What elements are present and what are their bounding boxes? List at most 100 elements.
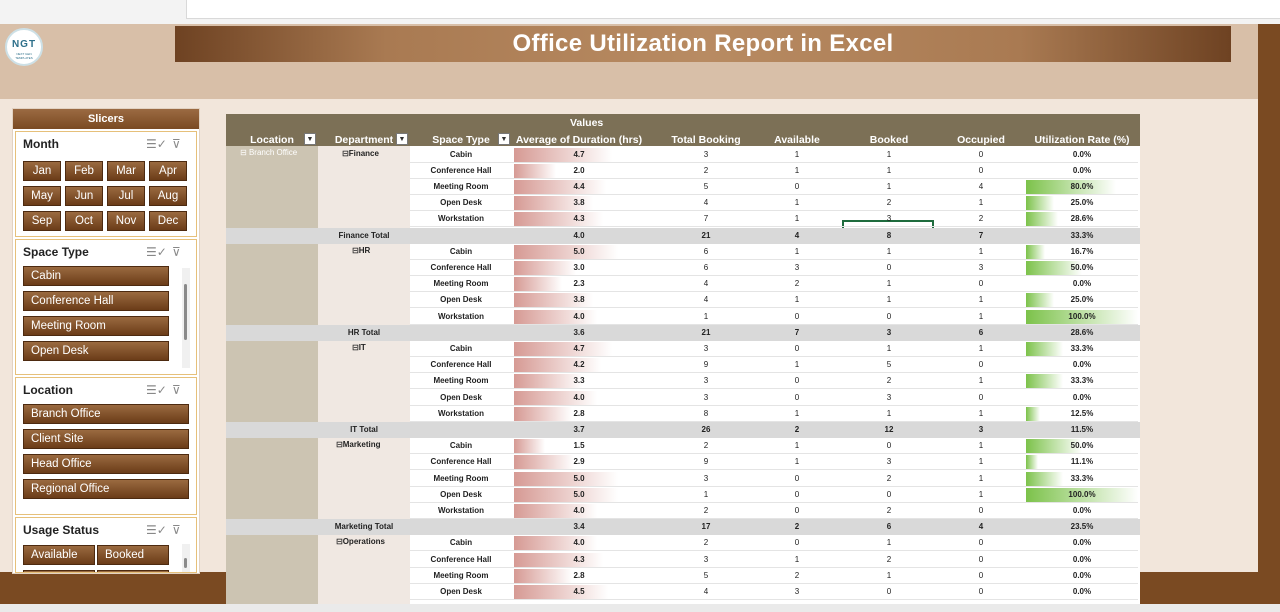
space-type-filter-dropdown[interactable]: ▼: [498, 133, 510, 145]
total-booking-cell[interactable]: 3: [646, 373, 766, 389]
booked-cell[interactable]: 1: [842, 292, 936, 308]
utilization-cell[interactable]: 33.3%: [1026, 373, 1138, 389]
month-button-may[interactable]: May: [23, 186, 61, 206]
clear-filter-icon[interactable]: ⊽: [172, 137, 181, 151]
avg-duration-cell[interactable]: 2.9: [514, 454, 644, 471]
avg-duration-cell[interactable]: 5.0: [514, 243, 644, 260]
space-type-button-meeting-room[interactable]: Meeting Room: [23, 316, 169, 336]
booked-cell[interactable]: 2: [842, 503, 936, 519]
occupied-cell[interactable]: 0: [934, 503, 1028, 519]
space-type-cell[interactable]: Open Desk: [410, 583, 512, 600]
space-type-button-open-desk[interactable]: Open Desk: [23, 341, 169, 361]
month-button-jun[interactable]: Jun: [65, 186, 103, 206]
utilization-cell[interactable]: 12.5%: [1026, 406, 1138, 422]
usage-status-button-1[interactable]: Booked: [97, 545, 169, 565]
available-total[interactable]: 7: [750, 325, 844, 341]
avg-duration-cell[interactable]: 4.3: [514, 551, 644, 568]
utilization-total[interactable]: 23.5%: [1026, 519, 1138, 535]
avg-duration-cell[interactable]: 3.8: [514, 292, 644, 309]
space-type-scrollbar[interactable]: [182, 268, 190, 368]
month-button-aug[interactable]: Aug: [149, 186, 187, 206]
occupied-cell[interactable]: 0: [934, 163, 1028, 179]
occupied-cell[interactable]: 1: [934, 309, 1028, 325]
utilization-cell[interactable]: 0.0%: [1026, 390, 1138, 406]
total-booking-cell[interactable]: 3: [646, 341, 766, 357]
total-label[interactable]: Marketing Total: [318, 519, 410, 535]
usage-status-button-3[interactable]: Occupied: [97, 570, 169, 572]
location-button-branch-office[interactable]: Branch Office: [23, 404, 189, 424]
department-filter-dropdown[interactable]: ▼: [396, 133, 408, 145]
occupied-cell[interactable]: 0: [934, 584, 1028, 600]
location-button-client-site[interactable]: Client Site: [23, 429, 189, 449]
space-type-cell[interactable]: Open Desk: [410, 195, 512, 212]
multi-select-icon[interactable]: ☰✓: [146, 137, 167, 151]
space-type-cell[interactable]: Conference Hall: [410, 259, 512, 276]
avg-duration-total[interactable]: 4.0: [514, 228, 644, 244]
booked-cell[interactable]: 3: [842, 454, 936, 470]
avg-duration-cell[interactable]: 1.5: [514, 438, 644, 455]
total-booking-total[interactable]: 26: [646, 422, 766, 438]
month-button-dec[interactable]: Dec: [149, 211, 187, 231]
utilization-cell[interactable]: 0.0%: [1026, 503, 1138, 519]
booked-cell[interactable]: 5: [842, 357, 936, 373]
occupied-cell[interactable]: 0: [934, 147, 1028, 163]
total-booking-cell[interactable]: 1: [646, 309, 766, 325]
space-type-cell[interactable]: Open Desk: [410, 292, 512, 309]
booked-cell[interactable]: 2: [842, 195, 936, 211]
utilization-cell[interactable]: 0.0%: [1026, 163, 1138, 179]
utilization-cell[interactable]: 33.3%: [1026, 341, 1138, 357]
avg-duration-cell[interactable]: 4.2: [514, 357, 644, 374]
clear-filter-icon[interactable]: ⊽: [172, 383, 181, 397]
avg-duration-cell[interactable]: 5.0: [514, 486, 644, 503]
avg-duration-cell[interactable]: 4.5: [514, 583, 644, 600]
booked-total[interactable]: 8: [842, 228, 936, 244]
utilization-cell[interactable]: 80.0%: [1026, 179, 1138, 195]
clear-filter-icon[interactable]: ⊽: [172, 245, 181, 259]
total-booking-cell[interactable]: 4: [646, 276, 766, 292]
available-cell[interactable]: 0: [750, 373, 844, 389]
total-booking-cell[interactable]: 9: [646, 357, 766, 373]
available-cell[interactable]: 1: [750, 211, 844, 227]
occupied-total[interactable]: 4: [934, 519, 1028, 535]
booked-cell[interactable]: 0: [842, 309, 936, 325]
available-cell[interactable]: 1: [750, 454, 844, 470]
total-booking-cell[interactable]: 7: [646, 211, 766, 227]
occupied-cell[interactable]: 0: [934, 552, 1028, 568]
location-filter-dropdown[interactable]: ▼: [304, 133, 316, 145]
total-booking-cell[interactable]: 4: [646, 584, 766, 600]
available-cell[interactable]: 0: [750, 471, 844, 487]
available-cell[interactable]: 1: [750, 147, 844, 163]
utilization-cell[interactable]: 100.0%: [1026, 487, 1138, 503]
utilization-cell[interactable]: 0.0%: [1026, 276, 1138, 292]
utilization-cell[interactable]: 50.0%: [1026, 260, 1138, 276]
avg-duration-cell[interactable]: 2.8: [514, 567, 644, 584]
occupied-cell[interactable]: 1: [934, 244, 1028, 260]
month-button-jan[interactable]: Jan: [23, 161, 61, 181]
total-booking-total[interactable]: 21: [646, 325, 766, 341]
usage-status-scrollbar[interactable]: [182, 544, 190, 572]
space-type-cell[interactable]: Open Desk: [410, 389, 512, 406]
occupied-total[interactable]: 3: [934, 422, 1028, 438]
booked-cell[interactable]: 3: [842, 211, 936, 227]
month-button-sep[interactable]: Sep: [23, 211, 61, 231]
booked-cell[interactable]: 2: [842, 373, 936, 389]
occupied-cell[interactable]: 1: [934, 406, 1028, 422]
booked-cell[interactable]: 1: [842, 568, 936, 584]
occupied-cell[interactable]: 0: [934, 276, 1028, 292]
total-label[interactable]: Finance Total: [318, 228, 410, 244]
occupied-cell[interactable]: 4: [934, 179, 1028, 195]
utilization-total[interactable]: 28.6%: [1026, 325, 1138, 341]
usage-status-button-2[interactable]: Maintena...: [23, 570, 95, 572]
booked-total[interactable]: 6: [842, 519, 936, 535]
avg-duration-total[interactable]: 3.4: [514, 519, 644, 535]
space-type-cell[interactable]: Workstation: [410, 211, 512, 228]
avg-duration-cell[interactable]: 3.0: [514, 259, 644, 276]
available-cell[interactable]: 1: [750, 163, 844, 179]
booked-cell[interactable]: 1: [842, 406, 936, 422]
total-booking-cell[interactable]: 2: [646, 535, 766, 551]
clear-filter-icon[interactable]: ⊽: [172, 523, 181, 537]
space-type-cell[interactable]: Cabin: [410, 438, 512, 455]
multi-select-icon[interactable]: ☰✓: [146, 523, 167, 537]
space-type-cell[interactable]: Workstation: [410, 308, 512, 325]
month-button-mar[interactable]: Mar: [107, 161, 145, 181]
